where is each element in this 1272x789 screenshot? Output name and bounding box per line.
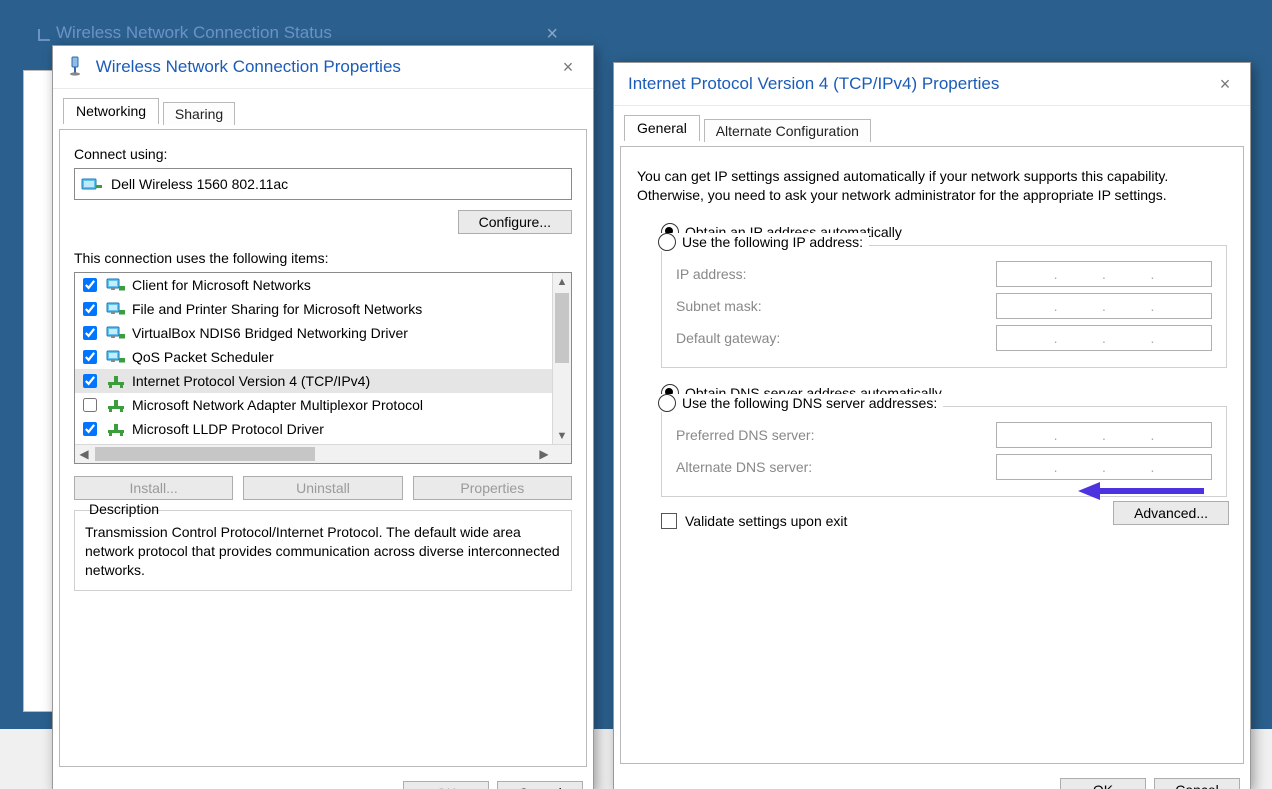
item-checkbox[interactable] <box>83 422 97 436</box>
radio-use-ip-manual[interactable] <box>658 233 676 251</box>
scroll-right-icon[interactable]: ▶ <box>535 445 553 463</box>
use-dns-manual-label: Use the following DNS server addresses: <box>682 395 937 411</box>
list-item[interactable]: QoS Packet Scheduler <box>75 345 571 369</box>
ip-address-label: IP address: <box>676 266 996 282</box>
horizontal-scrollbar[interactable]: ◀ ▶ <box>75 444 571 463</box>
network-client-icon <box>106 301 126 317</box>
uninstall-button[interactable]: Uninstall <box>243 476 402 500</box>
adapter-icon <box>81 176 103 192</box>
ip-explain-text: You can get IP settings assigned automat… <box>637 167 1227 205</box>
items-label: This connection uses the following items… <box>74 250 572 266</box>
item-label: VirtualBox NDIS6 Bridged Networking Driv… <box>132 325 408 341</box>
validate-settings-checkbox[interactable] <box>661 513 677 529</box>
list-item[interactable]: Microsoft Network Adapter Multiplexor Pr… <box>75 393 571 417</box>
ok-button[interactable]: OK <box>403 781 489 789</box>
item-label: Microsoft LLDP Protocol Driver <box>132 421 324 437</box>
tabs: General Alternate Configuration <box>618 114 1250 146</box>
alternate-dns-label: Alternate DNS server: <box>676 459 996 475</box>
cancel-button[interactable]: Cancel <box>497 781 583 789</box>
status-window-label: Wireless Network Connection Status <box>28 23 332 43</box>
ok-button[interactable]: OK <box>1060 778 1146 789</box>
properties-button[interactable]: Properties <box>413 476 572 500</box>
dialog-titlebar[interactable]: Wireless Network Connection Properties × <box>53 46 593 89</box>
dialog-title: Internet Protocol Version 4 (TCP/IPv4) P… <box>628 74 999 93</box>
vertical-scrollbar[interactable]: ▲ ▼ <box>552 273 571 445</box>
connection-properties-dialog: Wireless Network Connection Properties ×… <box>52 45 594 789</box>
dialog-titlebar[interactable]: Internet Protocol Version 4 (TCP/IPv4) P… <box>614 63 1250 106</box>
network-client-icon <box>106 277 126 293</box>
network-adapter-icon <box>67 56 85 76</box>
network-client-icon <box>106 325 126 341</box>
item-checkbox[interactable] <box>83 398 97 412</box>
cancel-button[interactable]: Cancel <box>1154 778 1240 789</box>
description-text: Transmission Control Protocol/Internet P… <box>85 523 561 580</box>
use-ip-manual-label: Use the following IP address: <box>682 234 863 250</box>
item-checkbox[interactable] <box>83 302 97 316</box>
close-icon[interactable]: × <box>555 54 581 80</box>
list-item[interactable]: Internet Protocol Version 4 (TCP/IPv4) <box>75 369 571 393</box>
subnet-mask-input: ... <box>996 293 1212 319</box>
protocol-icon <box>106 421 126 437</box>
scroll-left-icon[interactable]: ◀ <box>75 445 93 463</box>
tab-sharing[interactable]: Sharing <box>163 102 235 125</box>
scroll-thumb[interactable] <box>95 447 315 461</box>
scroll-down-icon[interactable]: ▼ <box>553 427 571 445</box>
preferred-dns-label: Preferred DNS server: <box>676 427 996 443</box>
ip-address-input: ... <box>996 261 1212 287</box>
tab-general[interactable]: General <box>624 115 700 141</box>
configure-button[interactable]: Configure... <box>458 210 572 234</box>
protocol-icon <box>106 397 126 413</box>
subnet-mask-label: Subnet mask: <box>676 298 996 314</box>
scroll-thumb[interactable] <box>555 293 569 363</box>
dialog-title: Wireless Network Connection Properties <box>96 57 401 76</box>
connection-items-list[interactable]: Client for Microsoft Networks File and P… <box>74 272 572 464</box>
tabs: Networking Sharing <box>57 97 593 129</box>
list-item[interactable]: Microsoft LLDP Protocol Driver <box>75 417 571 441</box>
item-checkbox[interactable] <box>83 326 97 340</box>
radio-use-dns-manual[interactable] <box>658 394 676 412</box>
list-item[interactable]: Client for Microsoft Networks <box>75 273 571 297</box>
item-label: QoS Packet Scheduler <box>132 349 274 365</box>
ipv4-properties-dialog: Internet Protocol Version 4 (TCP/IPv4) P… <box>613 62 1251 789</box>
item-label: File and Printer Sharing for Microsoft N… <box>132 301 422 317</box>
description-label: Description <box>85 501 163 517</box>
tab-alternate-configuration[interactable]: Alternate Configuration <box>704 119 871 142</box>
close-icon[interactable]: × <box>1212 71 1238 97</box>
item-checkbox[interactable] <box>83 278 97 292</box>
list-item[interactable]: File and Printer Sharing for Microsoft N… <box>75 297 571 321</box>
advanced-button[interactable]: Advanced... <box>1113 501 1229 525</box>
default-gateway-label: Default gateway: <box>676 330 996 346</box>
protocol-icon <box>106 373 126 389</box>
network-client-icon <box>106 349 126 365</box>
preferred-dns-input: ... <box>996 422 1212 448</box>
tab-networking[interactable]: Networking <box>63 98 159 124</box>
adapter-selector[interactable]: Dell Wireless 1560 802.11ac <box>74 168 572 200</box>
connect-using-label: Connect using: <box>74 146 572 162</box>
adapter-name: Dell Wireless 1560 802.11ac <box>111 169 288 199</box>
item-checkbox[interactable] <box>83 350 97 364</box>
item-checkbox[interactable] <box>83 374 97 388</box>
install-button[interactable]: Install... <box>74 476 233 500</box>
list-item[interactable]: VirtualBox NDIS6 Bridged Networking Driv… <box>75 321 571 345</box>
item-label: Internet Protocol Version 4 (TCP/IPv4) <box>132 373 370 389</box>
item-label: Microsoft Network Adapter Multiplexor Pr… <box>132 397 423 413</box>
close-icon[interactable]: × <box>546 23 558 46</box>
scroll-up-icon[interactable]: ▲ <box>553 273 571 291</box>
alternate-dns-input: ... <box>996 454 1212 480</box>
validate-settings-label: Validate settings upon exit <box>685 513 847 529</box>
item-label: Client for Microsoft Networks <box>132 277 311 293</box>
default-gateway-input: ... <box>996 325 1212 351</box>
